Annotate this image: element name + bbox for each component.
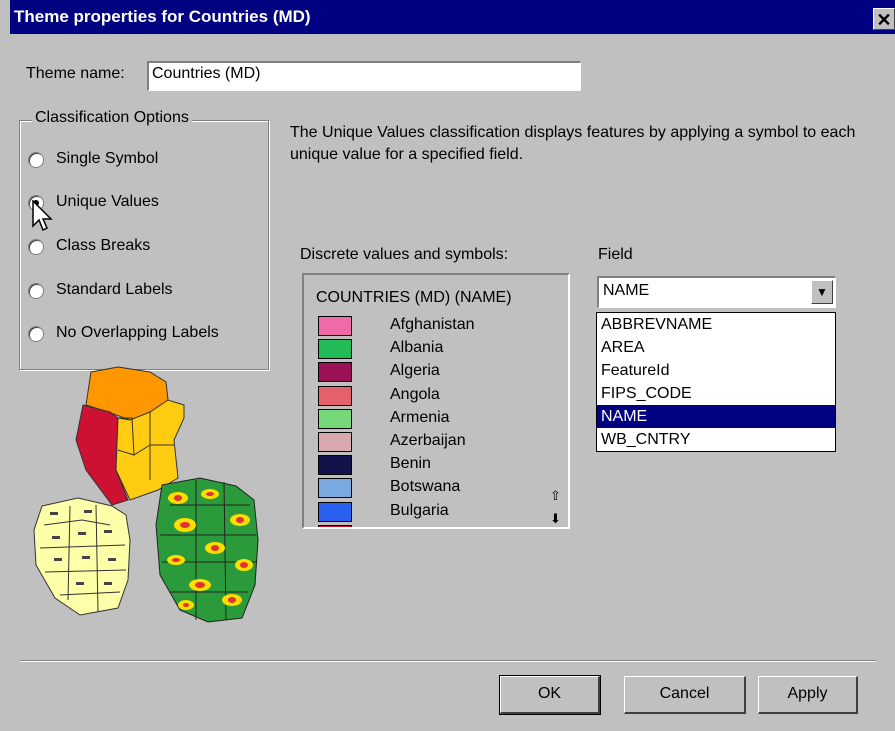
- field-option-area[interactable]: AREA: [597, 336, 835, 359]
- field-option-abbrevname[interactable]: ABBREVNAME: [597, 313, 835, 336]
- legend-header: COUNTRIES (MD) (NAME): [316, 289, 512, 306]
- color-swatch: [318, 478, 352, 499]
- color-swatch: [318, 501, 352, 522]
- legend-label: Discrete values and symbols:: [300, 246, 509, 263]
- color-swatch: [318, 385, 352, 406]
- field-select[interactable]: NAME ▼: [597, 276, 836, 308]
- classification-maps-illustration: [33, 366, 259, 623]
- legend-item-label: Bulgaria: [390, 501, 449, 519]
- cancel-button[interactable]: Cancel: [624, 676, 746, 714]
- color-swatch: [318, 408, 352, 429]
- legend-item-label: Afghanistan: [390, 316, 475, 333]
- field-dropdown-list[interactable]: ABBREVNAME AREA FeatureId FIPS_CODE NAME…: [596, 312, 836, 452]
- legend-item-label: Albania: [390, 339, 444, 357]
- ok-button[interactable]: OK: [499, 675, 601, 715]
- field-option-wb-cntry[interactable]: WB_CNTRY: [597, 428, 835, 451]
- legend-item-label: Benin: [390, 455, 431, 473]
- field-select-value: NAME: [603, 282, 650, 299]
- color-swatch: [318, 362, 352, 383]
- legend-item-label: Angola: [390, 385, 440, 403]
- classification-description: The Unique Values classification display…: [290, 124, 856, 163]
- legend-item-label: Algeria: [390, 362, 440, 380]
- color-swatch: [318, 455, 352, 476]
- color-swatch: [318, 339, 352, 360]
- divider: [20, 660, 875, 662]
- apply-button[interactable]: Apply: [758, 676, 858, 714]
- standard-labels-map-icon: [33, 497, 131, 616]
- legend-item-label: Botswana: [390, 478, 461, 496]
- scroll-down-icon[interactable]: ⬇: [550, 511, 561, 527]
- field-option-name[interactable]: NAME: [597, 405, 835, 428]
- scroll-up-icon[interactable]: ⇧: [550, 488, 561, 504]
- color-swatch: [318, 524, 352, 527]
- legend-item-label: Azerbaijan: [390, 431, 466, 449]
- field-option-fips-code[interactable]: FIPS_CODE: [597, 382, 835, 405]
- close-button[interactable]: ✕: [873, 8, 895, 30]
- color-swatch: [318, 431, 352, 452]
- field-label: Field: [598, 246, 633, 263]
- field-option-featureid[interactable]: FeatureId: [597, 359, 835, 382]
- heatmap-map-icon: [155, 477, 259, 623]
- legend-list[interactable]: COUNTRIES (MD) (NAME) Afghanistan Albani…: [302, 273, 570, 529]
- legend-item-label: Armenia: [390, 408, 450, 426]
- chevron-down-icon[interactable]: ▼: [811, 280, 833, 304]
- color-swatch: [318, 316, 352, 336]
